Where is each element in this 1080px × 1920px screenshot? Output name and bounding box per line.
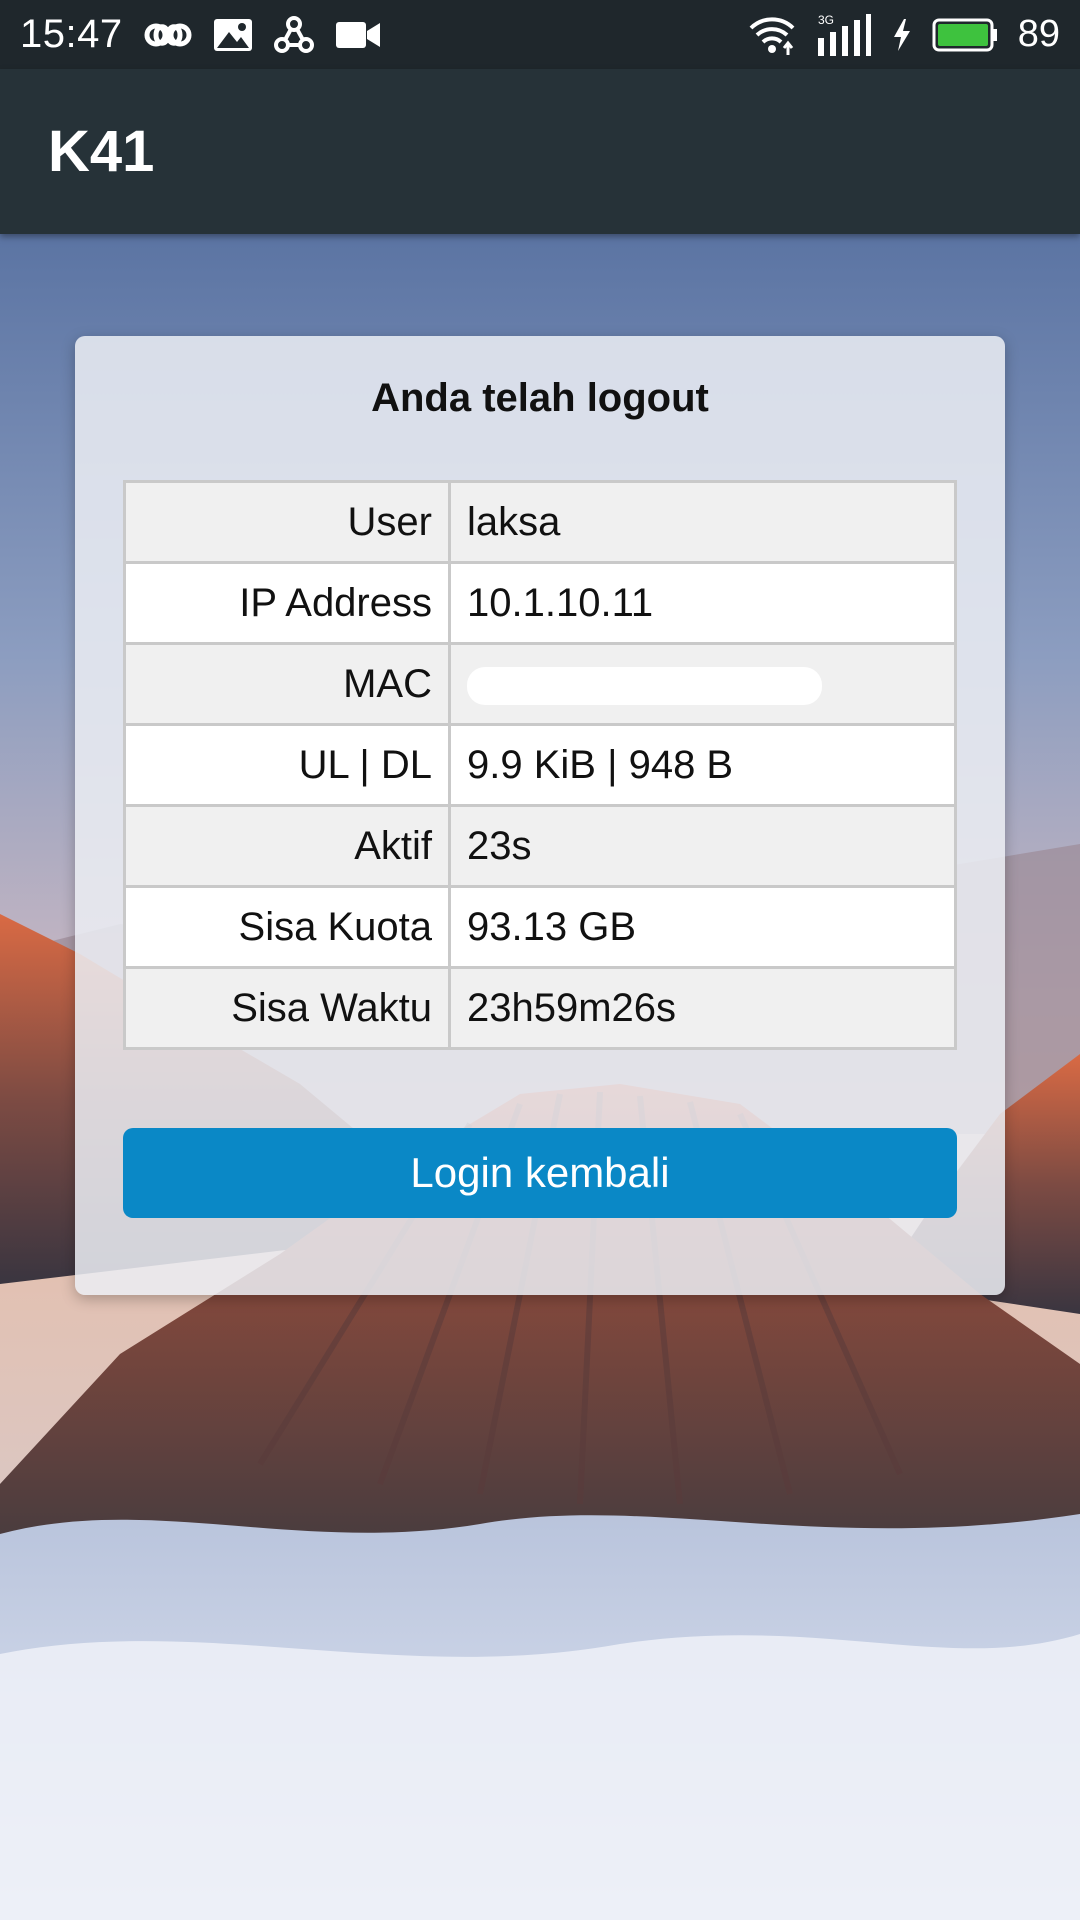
table-row: User laksa — [123, 480, 957, 564]
row-value-sisa-kuota: 93.13 GB — [448, 885, 957, 969]
row-label-mac: MAC — [123, 642, 451, 726]
status-bar: 15:47 3G 89 — [0, 0, 1080, 69]
mac-redaction — [467, 666, 822, 705]
app-bar: K41 — [0, 69, 1080, 234]
charging-icon — [892, 10, 912, 60]
image-icon — [213, 10, 253, 60]
session-info-table: User laksa IP Address 10.1.10.11 MAC UL … — [123, 480, 957, 1050]
network-type-label: 3G — [818, 13, 834, 27]
login-again-button[interactable]: Login kembali — [123, 1128, 957, 1218]
share-icon — [273, 10, 315, 60]
row-value-sisa-waktu: 23h59m26s — [448, 966, 957, 1050]
infinity-icon — [143, 10, 193, 60]
row-value-ul-dl: 9.9 KiB | 948 B — [448, 723, 957, 807]
status-time: 15:47 — [20, 12, 123, 56]
table-row: IP Address 10.1.10.11 — [123, 561, 957, 645]
table-row: Aktif 23s — [123, 804, 957, 888]
table-row: Sisa Kuota 93.13 GB — [123, 885, 957, 969]
table-row: UL | DL 9.9 KiB | 948 B — [123, 723, 957, 807]
status-right: 3G 89 — [748, 10, 1060, 60]
row-value-mac — [448, 642, 957, 726]
table-row: MAC — [123, 642, 957, 726]
video-camera-icon — [335, 10, 381, 60]
row-label-sisa-waktu: Sisa Waktu — [123, 966, 451, 1050]
status-left: 15:47 — [20, 10, 381, 60]
table-row: Sisa Waktu 23h59m26s — [123, 966, 957, 1050]
row-label-aktif: Aktif — [123, 804, 451, 888]
row-value-aktif: 23s — [448, 804, 957, 888]
row-value-user: laksa — [448, 480, 957, 564]
row-value-ip: 10.1.10.11 — [448, 561, 957, 645]
wifi-icon — [748, 10, 796, 60]
signal-icon: 3G — [816, 10, 872, 60]
battery-level: 89 — [1017, 13, 1060, 55]
row-label-user: User — [123, 480, 451, 564]
logout-card: Anda telah logout User laksa IP Address … — [75, 336, 1005, 1295]
row-label-ip: IP Address — [123, 561, 451, 645]
app-title: K41 — [48, 119, 155, 184]
battery-icon — [932, 10, 998, 60]
row-label-ul-dl: UL | DL — [123, 723, 451, 807]
card-title: Anda telah logout — [371, 376, 709, 420]
row-label-sisa-kuota: Sisa Kuota — [123, 885, 451, 969]
